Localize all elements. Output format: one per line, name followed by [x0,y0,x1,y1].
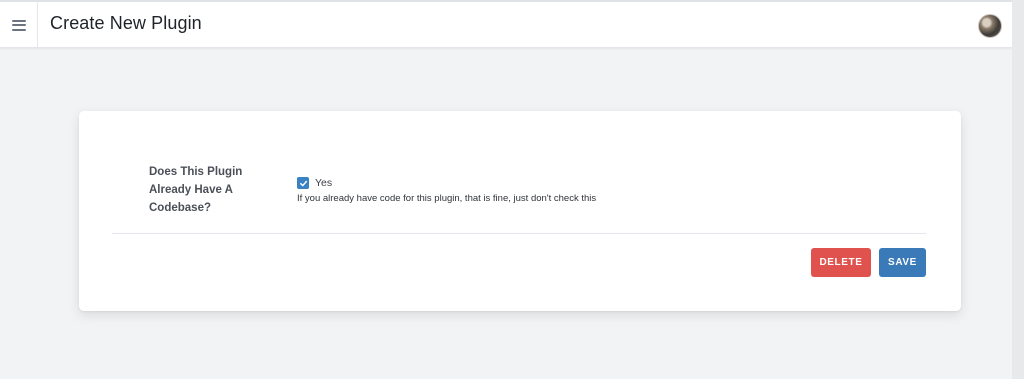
codebase-help-text: If you already have code for this plugin… [297,193,597,204]
menu-button[interactable] [0,2,38,48]
save-button[interactable]: SAVE [879,248,926,277]
top-bar: Create New Plugin [0,0,1012,48]
codebase-checkbox[interactable] [297,177,309,189]
codebase-field-label: Does This Plugin Already Have A Codebase… [149,166,243,214]
scrollbar[interactable] [1012,0,1024,379]
hamburger-menu-icon [11,19,26,31]
page-title: Create New Plugin [50,13,202,33]
plugin-form-card: Does This Plugin Already Have A Codebase… [79,111,961,311]
codebase-checkbox-label[interactable]: Yes [315,177,332,189]
checkmark-icon [299,180,307,186]
delete-button[interactable]: DELETE [811,248,871,277]
form-divider [112,233,926,234]
codebase-checkbox-row[interactable]: Yes [297,177,332,189]
user-avatar[interactable] [978,14,1002,38]
